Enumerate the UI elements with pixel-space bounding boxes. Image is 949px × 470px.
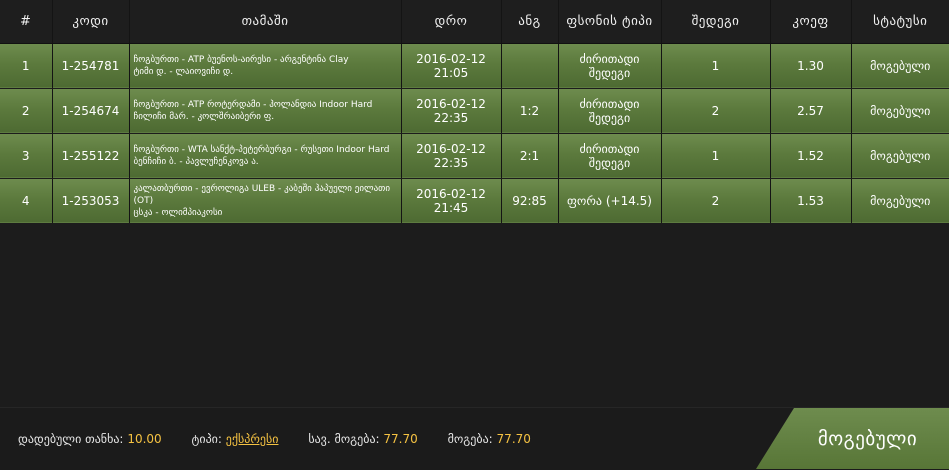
header-event: თამაში — [129, 0, 402, 44]
bet-summary-info: დადებული თანხა: 10.00 ტიპი: ექსპრესი სავ… — [18, 432, 557, 446]
bets-table: # კოდი თამაში დრო ანგ ფსონის ტიპი შედეგი… — [0, 0, 949, 224]
row-status: მოგებული — [851, 88, 949, 134]
table-row[interactable]: 3 1-255122 ჩოგბურთი - WTA სანქტ-პეტერბურ… — [0, 133, 949, 179]
row-number: 2 — [0, 88, 53, 134]
row-event: ჩოგბურთი - ATP ბუენოს-აირესი - არგენტინა… — [129, 43, 402, 89]
possible-win-value: 77.70 — [383, 432, 418, 446]
row-bet-type: ფორა (+14.5) — [558, 178, 662, 224]
row-bet-type: ძირითადი შედეგი — [558, 43, 662, 89]
row-score: 92:85 — [501, 178, 559, 224]
event-players: ტიმი დ. - ლაიოვიჩი დ. — [133, 66, 234, 77]
row-number: 1 — [0, 43, 53, 89]
row-score: 1:2 — [501, 88, 559, 134]
row-code: 1-255122 — [52, 133, 130, 179]
header-status: სტატუსი — [851, 0, 949, 44]
row-time: 2016-02-12 22:35 — [401, 133, 502, 179]
possible-win-label: სავ. მოგება: — [308, 432, 380, 446]
row-odds: 2.57 — [770, 88, 852, 134]
row-time: 2016-02-12 21:05 — [401, 43, 502, 89]
row-result: 2 — [661, 178, 771, 224]
event-players: ცსკა - ოლიმპიაკოსი — [133, 207, 223, 218]
row-status: მოგებული — [851, 133, 949, 179]
header-number: # — [0, 0, 53, 44]
row-result: 1 — [661, 133, 771, 179]
row-odds: 1.52 — [770, 133, 852, 179]
win-label: მოგება: — [447, 432, 493, 446]
event-title: ჩოგბურთი - ATP როტერდამი - ჰოლანდია Indo… — [133, 99, 373, 110]
row-code: 1-253053 — [52, 178, 130, 224]
row-score: 2:1 — [501, 133, 559, 179]
stake-value: 10.00 — [127, 432, 162, 446]
table-row[interactable]: 4 1-253053 კალათბურთი - ევროლიგა ULEB - … — [0, 178, 949, 224]
row-score — [501, 43, 559, 89]
row-time: 2016-02-12 21:45 — [401, 178, 502, 224]
header-bet-type: ფსონის ტიპი — [558, 0, 662, 44]
row-number: 3 — [0, 133, 53, 179]
row-event: კალათბურთი - ევროლიგა ULEB - კაბეში ჰაპუ… — [129, 178, 402, 224]
row-bet-type: ძირითადი შედეგი — [558, 133, 662, 179]
event-players: ბენჩიჩი ბ. - პავლუჩენკოვა ა. — [133, 156, 259, 167]
table-row[interactable]: 1 1-254781 ჩოგბურთი - ATP ბუენოს-აირესი … — [0, 43, 949, 89]
row-status: მოგებული — [851, 43, 949, 89]
header-odds: კოეფ — [770, 0, 852, 44]
header-code: კოდი — [52, 0, 130, 44]
header-result: შედეგი — [661, 0, 771, 44]
row-code: 1-254674 — [52, 88, 130, 134]
stake-label: დადებული თანხა: — [18, 432, 124, 446]
event-players: ჩილიჩი მარ. - კოლშრაიბერი ფ. — [133, 111, 275, 122]
event-title: ჩოგბურთი - ATP ბუენოს-აირესი - არგენტინა… — [133, 54, 349, 65]
row-bet-type: ძირითადი შედეგი — [558, 88, 662, 134]
type-value: ექსპრესი — [225, 432, 279, 446]
header-score: ანგ — [501, 0, 559, 44]
win-value: 77.70 — [496, 432, 531, 446]
event-title: ჩოგბურთი - WTA სანქტ-პეტერბურგი - რუსეთი… — [133, 144, 390, 155]
row-event: ჩოგბურთი - WTA სანქტ-პეტერბურგი - რუსეთი… — [129, 133, 402, 179]
header-time: დრო — [401, 0, 502, 44]
row-event: ჩოგბურთი - ATP როტერდამი - ჰოლანდია Indo… — [129, 88, 402, 134]
row-number: 4 — [0, 178, 53, 224]
event-title: კალათბურთი - ევროლიგა ULEB - კაბეში ჰაპუ… — [133, 183, 391, 206]
row-result: 1 — [661, 43, 771, 89]
row-odds: 1.30 — [770, 43, 852, 89]
row-result: 2 — [661, 88, 771, 134]
row-status: მოგებული — [851, 178, 949, 224]
row-time: 2016-02-12 22:35 — [401, 88, 502, 134]
type-label: ტიპი: — [191, 432, 222, 446]
table-row[interactable]: 2 1-254674 ჩოგბურთი - ATP როტერდამი - ჰო… — [0, 88, 949, 134]
row-odds: 1.53 — [770, 178, 852, 224]
row-code: 1-254781 — [52, 43, 130, 89]
table-header-row: # კოდი თამაში დრო ანგ ფსონის ტიპი შედეგი… — [0, 0, 949, 44]
